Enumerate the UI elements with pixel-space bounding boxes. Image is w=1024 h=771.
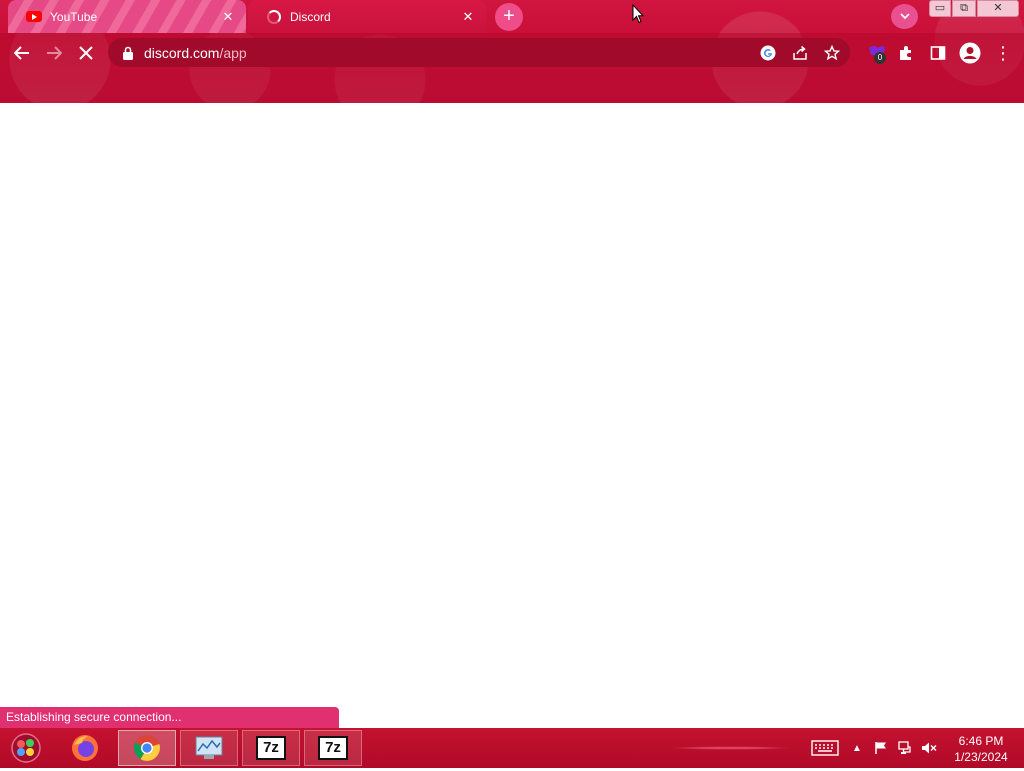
- share-button[interactable]: [790, 38, 810, 67]
- taskbar-chrome[interactable]: [118, 730, 176, 766]
- lock-icon: [123, 46, 133, 60]
- touch-keyboard-button[interactable]: [810, 737, 840, 759]
- tab-discord[interactable]: Discord ✕: [248, 0, 486, 33]
- tab-title: YouTube: [50, 9, 98, 24]
- tab-youtube[interactable]: YouTube ✕: [8, 0, 246, 33]
- show-hidden-icons-button[interactable]: ▲: [850, 737, 864, 759]
- side-panel-icon: [930, 46, 946, 60]
- minimize-button[interactable]: ▭: [929, 0, 951, 17]
- extensions-button[interactable]: [893, 40, 919, 66]
- clock-time: 6:46 PM: [958, 734, 1004, 748]
- keyboard-icon: [811, 740, 839, 756]
- taskbar-7zip[interactable]: 7z: [304, 730, 362, 766]
- volume-muted-icon: [922, 742, 937, 754]
- taskbar-firefox[interactable]: [56, 730, 114, 766]
- task-manager-icon: [195, 736, 223, 759]
- address-bar[interactable]: discord.com/app: [108, 38, 850, 67]
- arrow-right-icon: [47, 46, 63, 60]
- page-content: [0, 103, 1024, 707]
- browser-chrome: YouTube ✕ Discord ✕ + ▭ ⧉ ✕ discord.com /…: [0, 0, 1024, 103]
- restore-button[interactable]: ⧉: [952, 0, 976, 17]
- google-lens-button[interactable]: [758, 38, 778, 67]
- profile-button[interactable]: [957, 40, 983, 66]
- side-panel-button[interactable]: [925, 40, 951, 66]
- puzzle-icon: [900, 46, 911, 60]
- firefox-icon: [72, 735, 98, 761]
- url-host: discord.com: [144, 44, 220, 61]
- loading-spinner-icon: [266, 9, 282, 25]
- taskbar-7zip[interactable]: 7z: [242, 730, 300, 766]
- url-path: /app: [219, 44, 247, 61]
- tab-search-button[interactable]: [891, 4, 918, 29]
- action-center-button[interactable]: [871, 737, 891, 759]
- tab-close-icon[interactable]: ✕: [460, 9, 476, 25]
- arrow-left-icon: [13, 46, 29, 60]
- system-clock[interactable]: 6:46 PM 1/23/2024: [946, 733, 1016, 765]
- network-button[interactable]: [896, 737, 916, 759]
- volume-button[interactable]: [919, 737, 939, 759]
- stop-loading-button[interactable]: [74, 41, 98, 65]
- taskbar-task-manager[interactable]: [180, 730, 238, 766]
- extension-button[interactable]: 0: [864, 40, 890, 66]
- chevron-down-icon: [899, 13, 910, 20]
- bookmark-button[interactable]: [822, 38, 842, 67]
- clock-date: 1/23/2024: [954, 750, 1008, 764]
- youtube-icon: [26, 9, 42, 25]
- share-icon: [793, 45, 807, 60]
- google-icon: [760, 45, 776, 60]
- browser-menu-button[interactable]: ⋮: [990, 40, 1016, 66]
- 7zip-icon: 7z: [256, 736, 286, 760]
- close-icon: [79, 46, 93, 60]
- start-button[interactable]: [8, 730, 44, 766]
- flag-icon: [875, 742, 886, 754]
- status-bubble: Establishing secure connection...: [0, 707, 339, 728]
- star-icon: [824, 44, 840, 60]
- tab-close-icon[interactable]: ✕: [220, 9, 236, 25]
- 7zip-icon: 7z: [318, 736, 348, 760]
- close-window-button[interactable]: ✕: [977, 0, 1019, 17]
- windows-orb-icon: [11, 733, 41, 763]
- tab-title: Discord: [290, 9, 331, 24]
- mouse-cursor-icon: [632, 4, 644, 24]
- back-button[interactable]: [10, 41, 34, 65]
- network-icon: [898, 741, 911, 754]
- extension-badge-count: 0: [874, 52, 886, 64]
- chrome-icon: [133, 735, 160, 761]
- forward-button[interactable]: [42, 41, 66, 65]
- new-tab-button[interactable]: +: [495, 3, 523, 31]
- avatar-icon: [959, 42, 981, 64]
